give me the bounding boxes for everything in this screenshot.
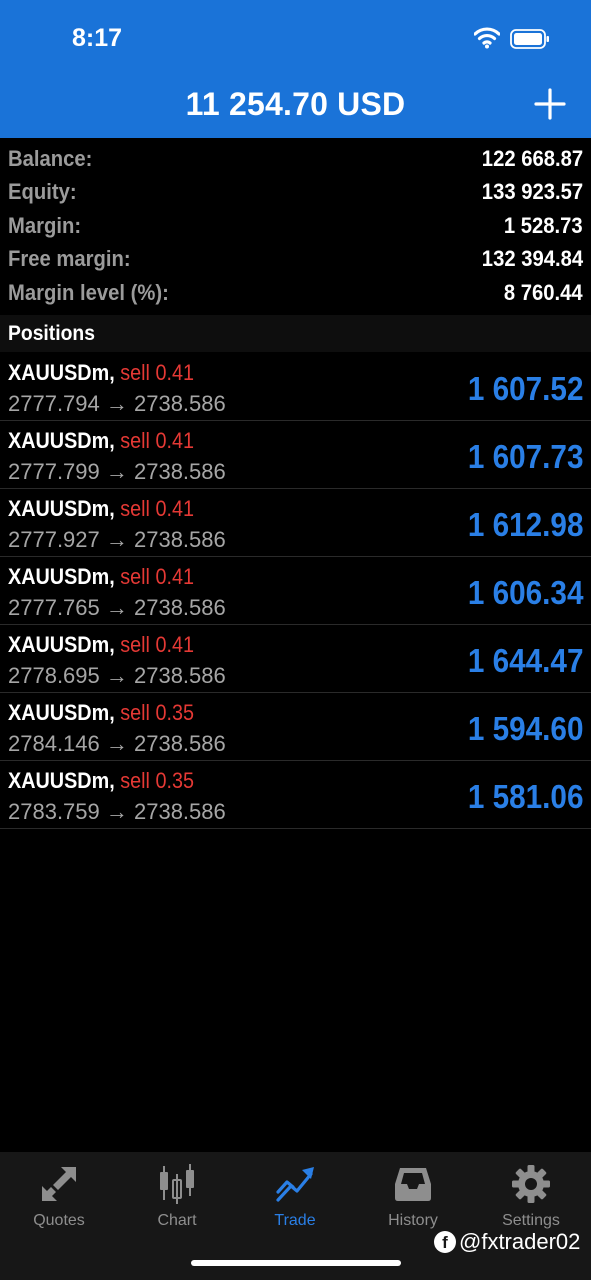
- position-profit: 1 581.06: [467, 778, 583, 815]
- position-side: sell 0.35: [120, 700, 194, 725]
- positions-section-header: Positions: [0, 315, 591, 352]
- account-summary: Balance: 122 668.87 Equity: 133 923.57 M…: [0, 140, 591, 313]
- battery-icon: [510, 29, 549, 49]
- position-side: sell 0.41: [120, 360, 194, 385]
- position-prices: 2777.799 → 2738.586: [8, 459, 226, 484]
- tab-chart-label: Chart: [157, 1212, 197, 1229]
- quotes-arrows-icon: [42, 1167, 76, 1201]
- margin-row: Margin: 1 528.73: [0, 210, 591, 243]
- balance-label: Balance:: [8, 146, 93, 171]
- position-symbol: XAUUSDm,: [8, 428, 115, 453]
- tab-quotes[interactable]: Quotes: [0, 1160, 118, 1240]
- equity-label: Equity:: [8, 179, 77, 204]
- position-row[interactable]: XAUUSDm, sell 0.41 2777.799 → 2738.586 1…: [0, 421, 591, 489]
- inbox-tray-icon: [395, 1168, 431, 1201]
- tab-quotes-label: Quotes: [33, 1212, 85, 1229]
- position-prices: 2777.927 → 2738.586: [8, 527, 226, 552]
- tab-history-label: History: [388, 1212, 438, 1229]
- free-margin-label: Free margin:: [8, 246, 131, 271]
- tab-settings[interactable]: Settings: [472, 1160, 590, 1240]
- facebook-icon: f: [434, 1231, 456, 1253]
- equity-value: 133 923.57: [481, 179, 583, 204]
- position-profit: 1 612.98: [467, 506, 583, 543]
- status-time: 8:17: [72, 24, 123, 52]
- position-prices: 2777.794 → 2738.586: [8, 391, 226, 416]
- position-row[interactable]: XAUUSDm, sell 0.41 2777.765 → 2738.586 1…: [0, 557, 591, 625]
- position-symbol: XAUUSDm,: [8, 768, 115, 793]
- position-symbol: XAUUSDm,: [8, 360, 115, 385]
- position-symbol-line: XAUUSDm, sell 0.35: [8, 768, 194, 794]
- margin-level-label: Margin level (%):: [8, 280, 169, 305]
- position-prices: 2783.759 → 2738.586: [8, 799, 226, 824]
- account-header: 8:17 11 254.70 USD: [0, 0, 591, 138]
- free-margin-row: Free margin: 132 394.84: [0, 243, 591, 276]
- candlestick-icon: [160, 1164, 194, 1204]
- position-profit: 1 594.60: [467, 710, 583, 747]
- position-symbol: XAUUSDm,: [8, 564, 115, 589]
- position-symbol-line: XAUUSDm, sell 0.35: [8, 700, 194, 726]
- position-row[interactable]: XAUUSDm, sell 0.41 2777.927 → 2738.586 1…: [0, 489, 591, 557]
- position-prices: 2778.695 → 2738.586: [8, 663, 226, 688]
- account-profit-title: 11 254.70 USD: [185, 86, 406, 122]
- position-symbol-line: XAUUSDm, sell 0.41: [8, 632, 194, 658]
- position-side: sell 0.41: [120, 428, 194, 453]
- free-margin-value: 132 394.84: [481, 246, 583, 271]
- position-prices: 2784.146 → 2738.586: [8, 731, 226, 756]
- margin-label: Margin:: [8, 213, 82, 238]
- gear-icon: [512, 1165, 550, 1203]
- position-profit: 1 606.34: [467, 574, 583, 611]
- tab-settings-label: Settings: [502, 1212, 560, 1229]
- balance-row: Balance: 122 668.87: [0, 143, 591, 176]
- margin-level-value: 8 760.44: [504, 280, 583, 305]
- home-indicator: [191, 1260, 401, 1266]
- equity-row: Equity: 133 923.57: [0, 176, 591, 209]
- position-side: sell 0.41: [120, 632, 194, 657]
- position-side: sell 0.35: [120, 768, 194, 793]
- position-symbol-line: XAUUSDm, sell 0.41: [8, 360, 194, 386]
- position-profit: 1 644.47: [467, 642, 583, 679]
- balance-value: 122 668.87: [481, 146, 583, 171]
- position-symbol-line: XAUUSDm, sell 0.41: [8, 428, 194, 454]
- trend-up-icon: [276, 1167, 314, 1202]
- add-order-button[interactable]: [534, 88, 566, 120]
- watermark: f @fxtrader02: [434, 1229, 580, 1255]
- wifi-icon: [474, 27, 500, 49]
- position-side: sell 0.41: [120, 564, 194, 589]
- positions-list: XAUUSDm, sell 0.41 2777.794 → 2738.586 1…: [0, 353, 591, 829]
- position-symbol-line: XAUUSDm, sell 0.41: [8, 564, 194, 590]
- margin-value: 1 528.73: [504, 213, 583, 238]
- position-symbol: XAUUSDm,: [8, 496, 115, 521]
- position-profit: 1 607.73: [467, 438, 583, 475]
- position-symbol-line: XAUUSDm, sell 0.41: [8, 496, 194, 522]
- tab-history[interactable]: History: [354, 1160, 472, 1240]
- position-row[interactable]: XAUUSDm, sell 0.35 2784.146 → 2738.586 1…: [0, 693, 591, 761]
- position-profit: 1 607.52: [467, 370, 583, 407]
- position-row[interactable]: XAUUSDm, sell 0.41 2778.695 → 2738.586 1…: [0, 625, 591, 693]
- position-symbol: XAUUSDm,: [8, 700, 115, 725]
- position-row[interactable]: XAUUSDm, sell 0.41 2777.794 → 2738.586 1…: [0, 353, 591, 421]
- positions-title: Positions: [8, 322, 95, 345]
- tab-trade-label: Trade: [274, 1212, 316, 1229]
- watermark-text: @fxtrader02: [459, 1229, 581, 1254]
- position-symbol: XAUUSDm,: [8, 632, 115, 657]
- tab-trade[interactable]: Trade: [236, 1160, 354, 1240]
- position-row[interactable]: XAUUSDm, sell 0.35 2783.759 → 2738.586 1…: [0, 761, 591, 829]
- margin-level-row: Margin level (%): 8 760.44: [0, 277, 591, 310]
- tab-chart[interactable]: Chart: [118, 1160, 236, 1240]
- position-side: sell 0.41: [120, 496, 194, 521]
- position-prices: 2777.765 → 2738.586: [8, 595, 226, 620]
